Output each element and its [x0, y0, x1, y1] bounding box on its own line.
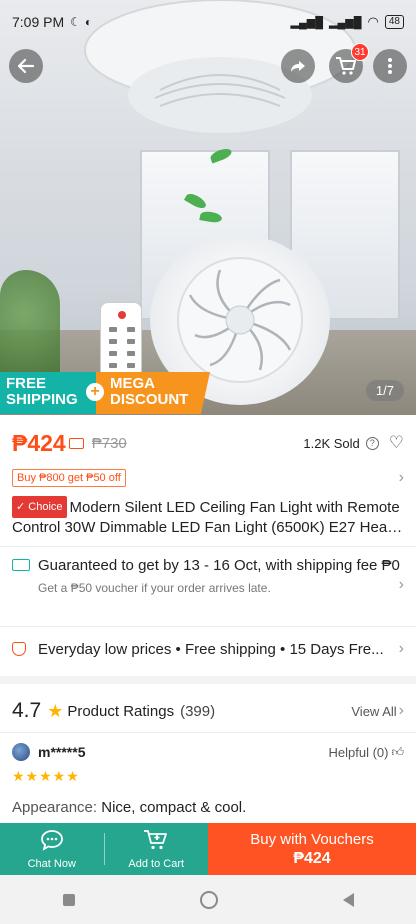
chevron-right-icon: › — [398, 640, 404, 657]
ratings-count: (399) — [180, 702, 216, 720]
share-button[interactable] — [281, 49, 315, 83]
review-item[interactable]: m*****5 Helpful (0) 👍︎ ★★★★★ Appearance:… — [12, 742, 404, 816]
ratings-title: Product Ratings — [67, 702, 175, 720]
helpful-button[interactable]: Helpful (0) — [328, 745, 388, 760]
reviewer-name: m*****5 — [38, 744, 86, 760]
wifi-icon: ◠ — [367, 14, 379, 29]
notification-icon: ◐ — [84, 15, 93, 29]
price-tag-icon — [68, 437, 84, 449]
star-icon: ★ — [47, 700, 64, 721]
chat-now-button[interactable]: Chat Now — [0, 823, 104, 875]
appearance-value: Nice, compact & cool. — [101, 799, 247, 816]
status-time: 7:09 PM — [12, 14, 65, 30]
buy-label: Buy with Vouchers — [250, 830, 374, 848]
battery-icon: 48 — [384, 15, 404, 29]
add-cart-icon — [143, 829, 169, 856]
back-button[interactable] — [9, 49, 43, 83]
cart-count-badge: 31 — [351, 43, 369, 61]
chevron-right-icon: › — [398, 576, 404, 593]
plus-icon: + — [86, 383, 104, 401]
cart-button[interactable]: 31 — [329, 43, 369, 83]
buy-price: ₱424 — [293, 849, 331, 867]
review-appearance: Appearance: Nice, compact & cool. — [12, 799, 404, 816]
section-divider — [0, 676, 416, 684]
product-title: ✓ Choice Modern Silent LED Ceiling Fan Li… — [12, 496, 404, 538]
truck-icon — [12, 559, 30, 571]
signal-icon: ▂▄▆█ — [329, 16, 362, 29]
system-nav-bar — [0, 875, 416, 924]
mega-discount-label: MEGA DISCOUNT — [96, 372, 210, 414]
price-row: ₱424 ₱730 1.2K Sold ? ♡ — [12, 428, 404, 458]
chat-icon — [40, 829, 64, 856]
moon-icon: ☾ — [70, 15, 81, 29]
shipping-guarantee: Guaranteed to get by 13 - 16 Oct, with s… — [38, 557, 400, 574]
help-icon[interactable]: ? — [365, 436, 379, 450]
avatar — [12, 743, 30, 761]
signal-icon: ▂▄▆█ — [290, 16, 324, 29]
shield-icon — [12, 642, 26, 656]
chevron-right-icon: › — [398, 469, 404, 486]
chevron-right-icon: › — [398, 702, 404, 719]
arrow-left-icon — [17, 58, 35, 74]
background-plant — [0, 270, 60, 380]
divider — [0, 732, 416, 733]
image-counter: 1/7 — [365, 380, 404, 401]
free-shipping-label: FREE SHIPPING — [0, 372, 96, 414]
rating-score: 4.7 — [12, 699, 42, 722]
coupon-row[interactable]: Buy ₱800 get ₱50 off › — [12, 468, 404, 488]
sold-count: 1.2K Sold — [303, 435, 360, 451]
promo-banner: FREE SHIPPING MEGA DISCOUNT + — [0, 372, 210, 414]
appearance-label: Appearance: — [12, 799, 102, 816]
choice-badge: ✓ Choice — [12, 496, 67, 518]
coupon-badge[interactable]: Buy ₱800 get ₱50 off — [12, 469, 126, 487]
bottom-action-bar: Chat Now Add to Cart Buy with Vouchers ₱… — [0, 823, 416, 875]
heart-icon[interactable]: ♡ — [389, 433, 404, 453]
chat-now-label: Chat Now — [27, 857, 76, 870]
divider — [0, 546, 416, 547]
more-vertical-icon — [388, 58, 392, 74]
home-icon[interactable] — [199, 890, 218, 909]
buy-with-vouchers-button[interactable]: Buy with Vouchers ₱424 — [208, 823, 416, 875]
benefits-text: Everyday low prices • Free shipping • 15… — [38, 640, 384, 658]
more-button[interactable] — [373, 49, 407, 83]
bottom-left-actions: Chat Now Add to Cart — [0, 823, 208, 875]
shipping-voucher-note: Get a ₱50 voucher if your order arrives … — [38, 581, 271, 595]
divider — [0, 626, 416, 627]
add-to-cart-button[interactable]: Add to Cart — [105, 823, 209, 875]
status-bar: 7:09 PM ☾ ◐ ▂▄▆█ ▂▄▆█ ◠ 48 — [0, 0, 416, 44]
price-original: ₱730 — [91, 434, 127, 452]
recents-icon[interactable] — [62, 893, 75, 906]
view-all-link[interactable]: View All — [351, 704, 396, 719]
ratings-header[interactable]: 4.7 ★ Product Ratings (399) View All › — [12, 698, 404, 724]
back-triangle-icon[interactable] — [342, 892, 354, 907]
thumbs-up-icon[interactable]: 👍︎ — [391, 745, 404, 760]
share-icon — [291, 61, 305, 72]
add-to-cart-label: Add to Cart — [128, 857, 185, 870]
product-title-text: Modern Silent LED Ceiling Fan Light with… — [12, 499, 400, 536]
price-current: ₱424 — [12, 429, 66, 456]
shipping-section[interactable]: Guaranteed to get by 13 - 16 Oct, with s… — [12, 556, 404, 595]
review-stars: ★★★★★ — [12, 768, 80, 784]
benefits-row[interactable]: Everyday low prices • Free shipping • 15… — [12, 638, 404, 660]
